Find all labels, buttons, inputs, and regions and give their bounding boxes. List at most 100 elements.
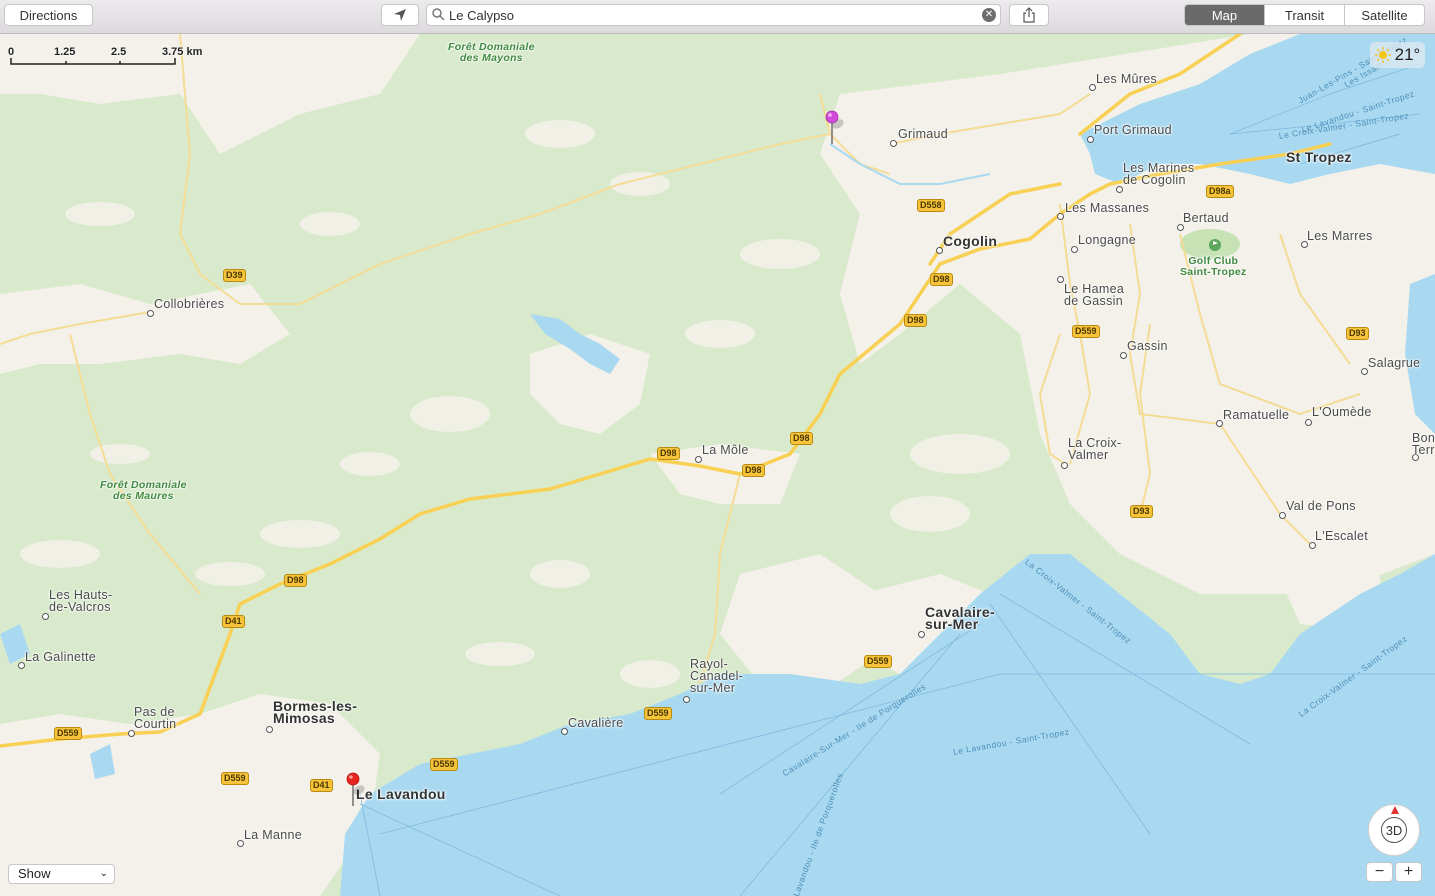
place-label: L'Oumède <box>1312 405 1372 419</box>
clear-search-icon[interactable]: ✕ <box>982 8 996 22</box>
place-label: Cavalaire- sur-Mer <box>925 604 995 632</box>
view-mode-control: Map Transit Satellite <box>1184 4 1425 26</box>
place-label: Les Hauts- de-Valcros <box>49 588 113 614</box>
place-label: Les Marines de Cogolin <box>1123 161 1195 187</box>
place-dot <box>1177 224 1184 231</box>
road-shield: D98 <box>742 464 765 477</box>
share-button[interactable] <box>1009 4 1049 26</box>
le-lavandou-pin[interactable] <box>341 772 367 812</box>
scale-bar: 0 1.25 2.5 3.75 km <box>8 46 210 70</box>
place-label: Grimaud <box>898 127 949 141</box>
place-label: L'Escalet <box>1315 529 1369 543</box>
place-label: Les Marres <box>1307 229 1373 243</box>
place-label: Les Massanes <box>1065 201 1150 215</box>
road-shield: D98 <box>930 273 953 286</box>
place-dot <box>1087 136 1094 143</box>
show-dropdown[interactable]: Show ⌄ <box>8 864 115 884</box>
place-label: Les Mûres <box>1096 72 1158 86</box>
transit-mode-button[interactable]: Transit <box>1264 5 1344 25</box>
map-base-layer <box>0 34 1435 896</box>
forest-label-mayons: Forêt Domaniale des Mayons <box>448 41 535 64</box>
directions-button[interactable]: Directions <box>4 4 93 26</box>
place-dot <box>1305 419 1312 426</box>
temperature-label: 21° <box>1394 45 1421 64</box>
place-label: Salagrue <box>1368 356 1421 370</box>
place-dot <box>1057 213 1064 220</box>
place-label: Pas de Courtin <box>134 705 177 731</box>
road-shield: D559 <box>54 727 82 740</box>
road-shield: D98 <box>904 314 927 327</box>
road-shield: D558 <box>917 199 945 212</box>
place-label: Rayol- Canadel- sur-Mer <box>690 657 744 695</box>
place-label: Port Grimaud <box>1094 123 1172 137</box>
place-dot <box>1120 352 1127 359</box>
zoom-out-button[interactable]: − <box>1366 862 1393 882</box>
place-label: Ramatuelle <box>1223 408 1290 422</box>
scale-line <box>10 58 176 65</box>
place-dot <box>1057 276 1064 283</box>
place-label: Collobrières <box>154 297 225 311</box>
map-mode-button[interactable]: Map <box>1185 5 1264 25</box>
place-dot <box>1216 420 1223 427</box>
three-d-label: 3D <box>1381 817 1407 843</box>
place-dot <box>147 310 154 317</box>
place-dot <box>1061 462 1068 469</box>
current-location-button[interactable] <box>381 4 419 26</box>
selected-place-pin[interactable] <box>820 110 846 150</box>
place-dot <box>936 247 943 254</box>
place-dot <box>18 662 25 669</box>
forest-label-maures: Forêt Domaniale des Maures <box>100 479 187 502</box>
road-shield: D41 <box>222 615 245 628</box>
place-dot <box>890 140 897 147</box>
toolbar: Directions ✕ Map Transit Satellite <box>0 0 1435 34</box>
place-label: Bertaud <box>1183 211 1229 225</box>
road-shield: D98 <box>657 447 680 460</box>
compass-3d-button[interactable]: 3D <box>1368 804 1420 856</box>
show-dropdown-label: Show <box>18 866 51 881</box>
place-dot <box>1089 84 1096 91</box>
sun-icon <box>1374 47 1391 63</box>
north-indicator-icon <box>1391 806 1399 814</box>
location-arrow-icon <box>394 9 406 21</box>
search-input[interactable] <box>449 6 969 24</box>
scale-label: 2.5 <box>111 46 127 58</box>
scale-label: 1.25 <box>54 46 76 58</box>
road-shield: D93 <box>1346 327 1369 340</box>
place-label: Le Lavandou <box>356 786 446 802</box>
place-dot <box>266 726 273 733</box>
zoom-in-button[interactable]: + <box>1395 862 1422 882</box>
road-shield: D98a <box>1206 185 1234 198</box>
weather-badge: 21° <box>1370 42 1425 68</box>
chevron-down-icon: ⌄ <box>99 868 108 879</box>
place-dot <box>1361 368 1368 375</box>
place-label: La Croix- Valmer <box>1068 436 1122 462</box>
road-shield: D98 <box>790 432 813 445</box>
place-dot <box>237 840 244 847</box>
road-shield: D39 <box>223 269 246 282</box>
place-dot <box>918 631 925 638</box>
golf-icon <box>1209 239 1221 251</box>
map-canvas[interactable]: Forêt Domaniale des Mayons Forêt Domania… <box>0 34 1435 896</box>
road-shield: D41 <box>310 779 333 792</box>
satellite-mode-button[interactable]: Satellite <box>1344 5 1424 25</box>
place-label: Bon Terr <box>1412 431 1435 457</box>
place-label: Longagne <box>1078 233 1137 247</box>
scale-label: 3.75 km <box>162 46 203 58</box>
place-label: La Galinette <box>25 650 97 664</box>
golf-label: Golf Club Saint-Tropez <box>1180 255 1247 278</box>
place-dot <box>128 730 135 737</box>
place-label: St Tropez <box>1286 149 1352 165</box>
road-shield: D559 <box>221 772 249 785</box>
place-dot <box>1279 512 1286 519</box>
place-dot <box>42 613 49 620</box>
search-icon <box>432 8 445 21</box>
place-label: La Môle <box>702 443 749 457</box>
place-label: Gassin <box>1127 339 1168 353</box>
place-dot <box>683 696 690 703</box>
place-dot <box>1116 186 1123 193</box>
search-field[interactable]: ✕ <box>426 4 1001 26</box>
place-dot <box>561 728 568 735</box>
road-shield: D98 <box>284 574 307 587</box>
place-dot <box>695 456 702 463</box>
share-icon <box>1023 7 1035 23</box>
